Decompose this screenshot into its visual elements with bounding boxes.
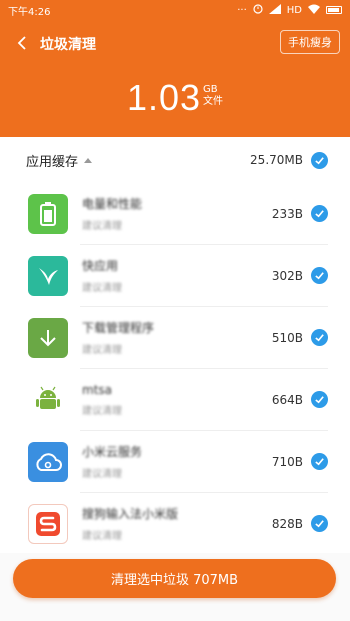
list-item[interactable]: mtsa 建议清理 664B (0, 369, 350, 430)
check-icon (315, 458, 324, 466)
check-icon (315, 396, 324, 404)
alarm-icon (253, 3, 263, 17)
item-sub: 建议清理 (82, 221, 122, 232)
item-name: 小米云服务 (82, 445, 143, 459)
item-checkbox[interactable] (311, 453, 328, 470)
item-size: 710B (271, 454, 303, 469)
item-checkbox[interactable] (311, 329, 328, 346)
total-size-caption: 文件 (203, 96, 224, 107)
item-checkbox[interactable] (311, 267, 328, 284)
list-item[interactable]: 快应用 建议清理 302B (0, 245, 350, 306)
total-size-value: 1.03 (126, 77, 202, 118)
item-size: 302B (271, 268, 303, 283)
status-time: 下午4:26 (8, 6, 51, 18)
section-checkbox[interactable] (311, 151, 328, 169)
item-name: 搜狗输入法小米版 (82, 507, 179, 521)
item-size: 510B (271, 330, 303, 345)
item-name: 下载管理程序 (82, 321, 155, 335)
item-size: 664B (271, 392, 303, 407)
app-cache-section-header[interactable]: 应用缓存 25.70MB (0, 137, 350, 183)
cloud-icon (28, 441, 68, 482)
item-size: 233B (271, 206, 303, 221)
item-name: mtsa (82, 382, 112, 397)
back-button[interactable] (12, 32, 32, 54)
clean-selected-button[interactable]: 清理选中垃圾 707MB (13, 559, 336, 598)
item-sub: 建议清理 (82, 345, 122, 356)
header: 下午4:26 ··· HD 垃圾清理 手机瘦身 1.03 GB 文件 (0, 0, 350, 137)
status-icons: ··· HD (237, 3, 342, 17)
item-sub: 建议清理 (82, 283, 122, 294)
total-size-unit: GB (203, 84, 218, 95)
download-icon (28, 317, 68, 358)
caret-up-icon (84, 157, 93, 163)
list-item[interactable]: 下载管理程序 建议清理 510B (0, 307, 350, 368)
item-checkbox[interactable] (311, 391, 328, 408)
check-icon (315, 520, 324, 528)
signal-icon (268, 3, 281, 17)
check-icon (315, 156, 324, 164)
list-item[interactable]: 搜狗输入法小米版 建议清理 828B (0, 493, 350, 553)
check-icon (315, 272, 324, 280)
navbar: 垃圾清理 手机瘦身 (0, 28, 350, 58)
total-size-display: 1.03 GB 文件 (0, 78, 350, 118)
battery-status-icon (326, 6, 342, 14)
item-sub: 建议清理 (82, 469, 122, 480)
item-checkbox[interactable] (311, 515, 328, 532)
battery-icon (28, 193, 68, 234)
check-icon (315, 334, 324, 342)
phone-slim-button[interactable]: 手机瘦身 (280, 30, 340, 54)
page-title: 垃圾清理 (40, 37, 96, 53)
bird-icon (28, 255, 68, 296)
list-item[interactable]: 小米云服务 建议清理 710B (0, 431, 350, 492)
cache-list: 电量和性能 建议清理 233B 快应用 建议清理 302B 下载管理程序 建议清… (0, 183, 350, 553)
sogou-icon (28, 503, 68, 544)
wifi-icon (308, 4, 320, 17)
section-size: 25.70MB (250, 153, 303, 167)
item-checkbox[interactable] (311, 205, 328, 222)
item-sub: 建议清理 (82, 405, 122, 417)
item-size: 828B (271, 516, 303, 531)
more-icon: ··· (237, 4, 247, 16)
check-icon (315, 210, 324, 218)
chevron-left-icon (17, 36, 26, 50)
network-type: HD (286, 4, 302, 16)
status-bar: 下午4:26 ··· HD (0, 0, 350, 20)
android-icon (28, 379, 68, 420)
list-item[interactable]: 电量和性能 建议清理 233B (0, 183, 350, 244)
item-name: 电量和性能 (82, 197, 143, 211)
item-sub: 建议清理 (82, 531, 122, 542)
item-name: 快应用 (82, 259, 119, 273)
section-label: 应用缓存 (26, 154, 79, 170)
